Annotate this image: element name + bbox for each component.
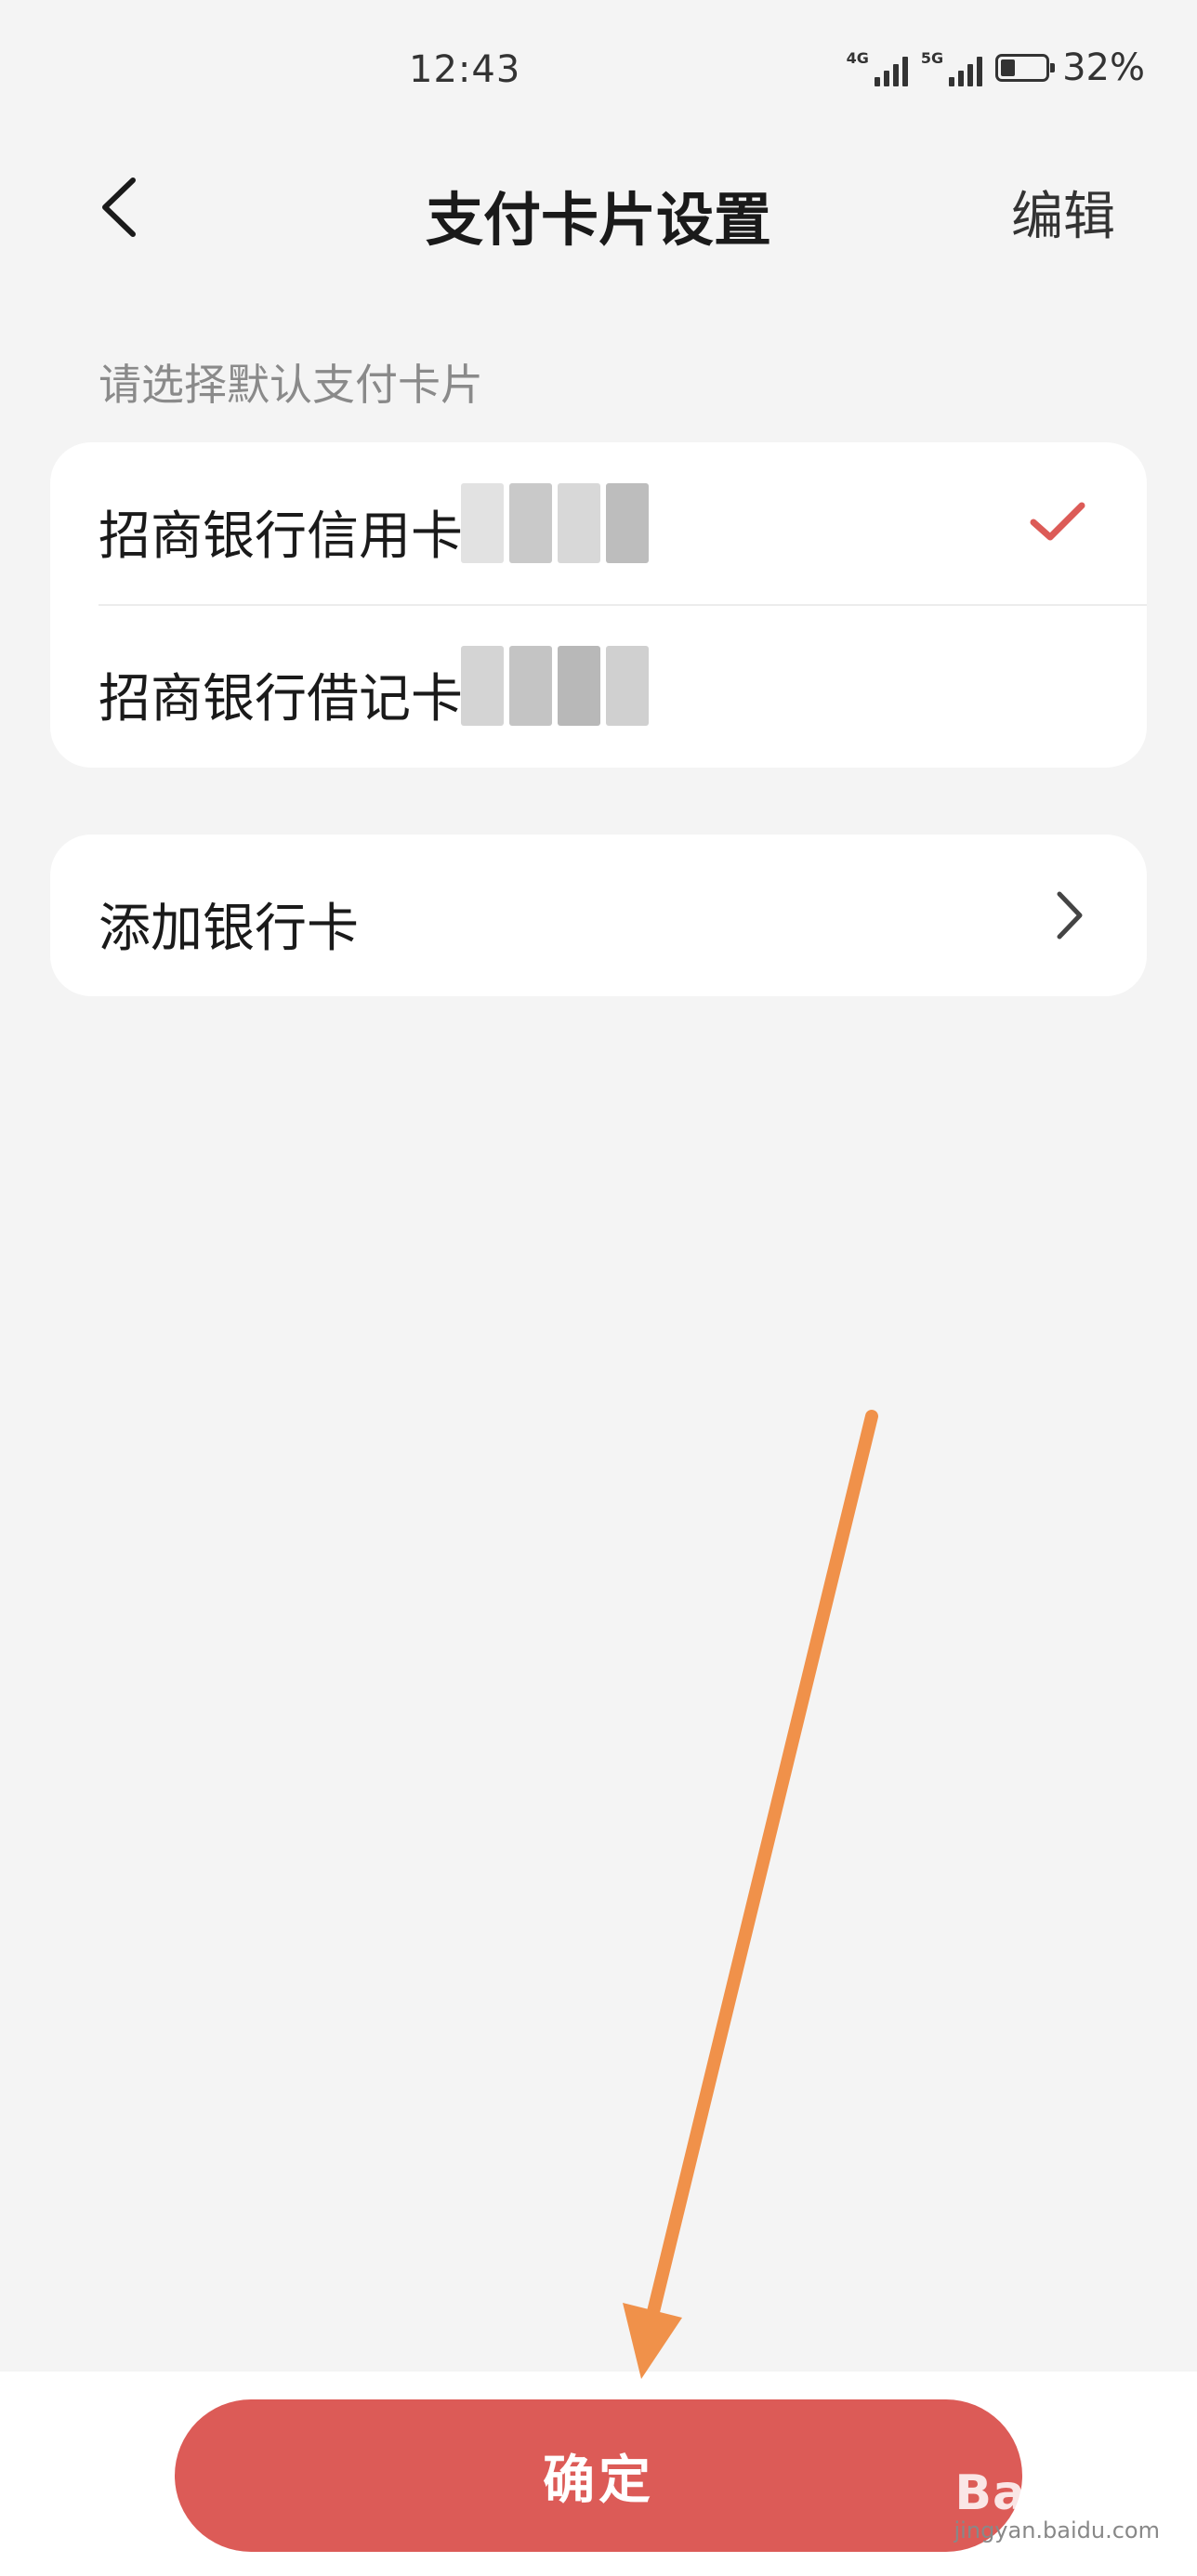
card-option-credit[interactable]: 招商银行信用卡 [50,442,1147,606]
network-type-label: 4G [846,49,869,67]
status-time: 12:43 [409,48,521,91]
edit-button[interactable]: 编辑 [1011,175,1115,250]
card-option-debit[interactable]: 招商银行借记卡 [50,605,1147,768]
card-option-label: 招商银行信用卡 [99,506,463,567]
battery-level [1001,59,1016,76]
battery-icon [995,54,1056,82]
masked-card-number [461,483,649,563]
add-bank-card-row[interactable]: 添加银行卡 [50,835,1147,996]
check-icon [1030,502,1085,541]
chevron-right-icon [1057,891,1083,940]
card-list: 招商银行信用卡 招商银行借记卡 [50,442,1147,768]
watermark-logo: Bai 经验 [954,2465,1160,2521]
signal-5g-icon: 5G [920,49,983,86]
card-option-label: 招商银行借记卡 [99,669,463,729]
masked-card-number [461,646,649,726]
header: 支付卡片设置 编辑 [0,149,1197,269]
watermark-sub: jingyan.baidu.com [954,2517,1160,2543]
confirm-button[interactable]: 确定 [175,2399,1022,2552]
signal-4g-icon: 4G [847,49,908,86]
add-bank-card-label: 添加银行卡 [99,899,359,959]
watermark: Bai 经验 jingyan.baidu.com [954,2453,1160,2543]
battery-percent: 32% [1062,46,1145,89]
network-type-label: 5G [920,49,944,67]
section-label: 请选择默认支付卡片 [99,360,483,410]
status-icons: 4G 5G 32% [847,46,1145,89]
status-bar: 12:43 4G 5G 32% [0,0,1197,139]
